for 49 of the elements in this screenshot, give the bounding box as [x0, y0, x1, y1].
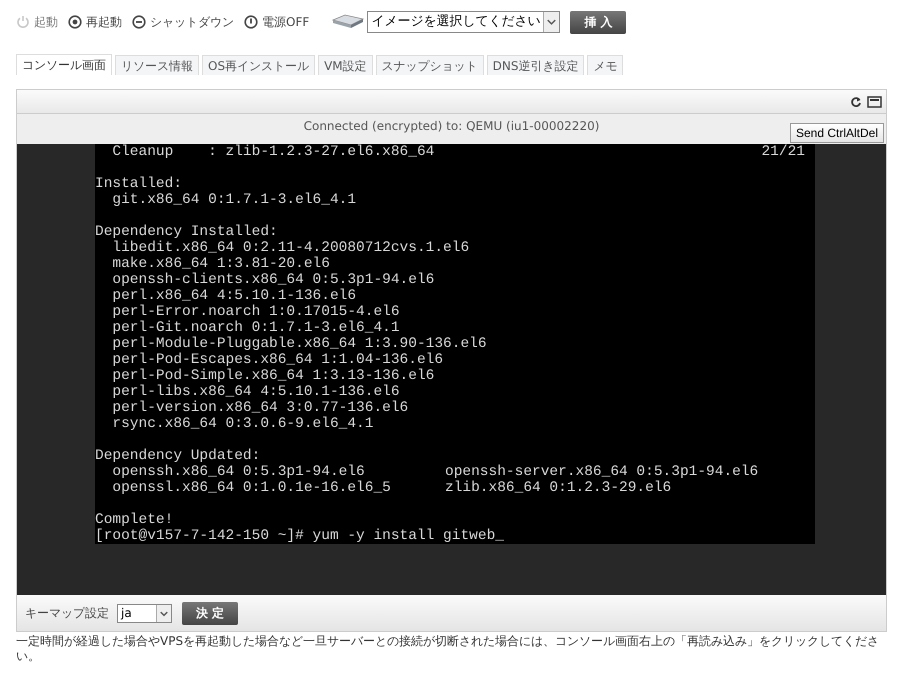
apply-button[interactable]: 決 定 — [182, 602, 238, 624]
terminal-line: Dependency Updated: — [95, 448, 260, 464]
tab[interactable]: OS再インストール — [202, 55, 316, 75]
terminal-line: perl-Pod-Escapes.x86_64 1:1.04-136.el6 — [111, 352, 444, 368]
terminal-line: openssl.x86_64 0:1.0.1e-16.el6_5 — [111, 480, 392, 496]
terminal-line: perl-version.x86_64 3:0.77-136.el6 — [111, 400, 408, 416]
terminal-line: openssh.x86_64 0:5.3p1-94.el6 — [111, 464, 366, 480]
tab[interactable]: DNS逆引き設定 — [486, 55, 584, 75]
power-off-icon — [244, 15, 258, 29]
terminal-line: perl.x86_64 4:5.10.1-136.el6 — [111, 288, 356, 304]
power-icon — [16, 15, 30, 29]
terminal-line: perl-Pod-Simple.x86_64 1:3.13-136.el6 — [111, 368, 434, 384]
fullscreen-icon[interactable] — [867, 96, 882, 108]
reload-icon[interactable] — [850, 96, 862, 108]
terminal-line: zlib.x86_64 0:1.2.3-29.el6 — [445, 480, 672, 496]
terminal-line: Cleanup : zlib-1.2.3-27.el6.x86_64 — [111, 144, 434, 160]
tab[interactable]: メモ — [587, 55, 624, 75]
insert-button[interactable]: 挿 入 — [570, 10, 626, 34]
tab[interactable]: スナップショット — [376, 55, 484, 75]
terminal-line: perl-Module-Pluggable.x86_64 1:3.90-136.el6 — [111, 336, 487, 352]
disc-drive-icon — [331, 14, 366, 30]
power-action[interactable]: 電源OFF — [244, 13, 310, 31]
terminal-line: Complete! — [95, 512, 174, 528]
terminal-line: make.x86_64 1:3.81-20.el6 — [111, 256, 330, 272]
minus-circle-icon — [132, 15, 146, 29]
tab[interactable]: リソース情報 — [115, 55, 199, 75]
keymap-select[interactable]: ja — [117, 604, 172, 622]
power-action[interactable]: 再起動 — [68, 13, 122, 31]
terminal-line: Installed: — [95, 176, 182, 192]
tab[interactable]: VM設定 — [318, 55, 373, 75]
terminal-line: perl-Git.noarch 0:1.7.1-3.el6_4.1 — [111, 320, 400, 336]
tab[interactable]: コンソール画面 — [16, 54, 112, 75]
terminal-line: perl-Error.noarch 1:0.17015-4.el6 — [111, 304, 400, 320]
terminal-line: openssh-clients.x86_64 0:5.3p1-94.el6 — [111, 272, 434, 288]
reconnect-note: 一定時間が経過した場合やVPSを再起動した場合など一旦サーバーとの接続が切断された場合には、コンソール画面右上の「再読み込み」をクリックしてください。 — [16, 634, 880, 664]
terminal-line: git.x86_64 0:1.7.1-3.el6_4.1 — [111, 192, 356, 208]
power-action[interactable]: シャットダウン — [132, 13, 234, 31]
connection-status: Connected (encrypted) to: QEMU (iu1-00002220) — [304, 118, 600, 135]
send-ctrlaltdel-button[interactable]: Send CtrlAltDel — [790, 123, 884, 143]
terminal-line: libedit.x86_64 0:2.11-4.20080712cvs.1.el6 — [111, 240, 470, 256]
terminal-line: Dependency Installed: — [95, 224, 278, 240]
keymap-label: キーマップ設定 — [25, 605, 109, 622]
terminal-line: openssh-server.x86_64 0:5.3p1-94.el6 — [445, 464, 758, 480]
terminal-line: [root@v157-7-142-150 ~]# yum -y install gitweb_ — [95, 528, 504, 544]
progress-count: 21/21 — [761, 144, 805, 160]
image-select[interactable]: イメージを選択してください — [367, 11, 560, 33]
terminal-line: perl-libs.x86_64 4:5.10.1-136.el6 — [111, 384, 400, 400]
radio-dot-icon — [68, 15, 82, 29]
terminal-line: rsync.x86_64 0:3.0.6-9.el6_4.1 — [111, 416, 374, 432]
